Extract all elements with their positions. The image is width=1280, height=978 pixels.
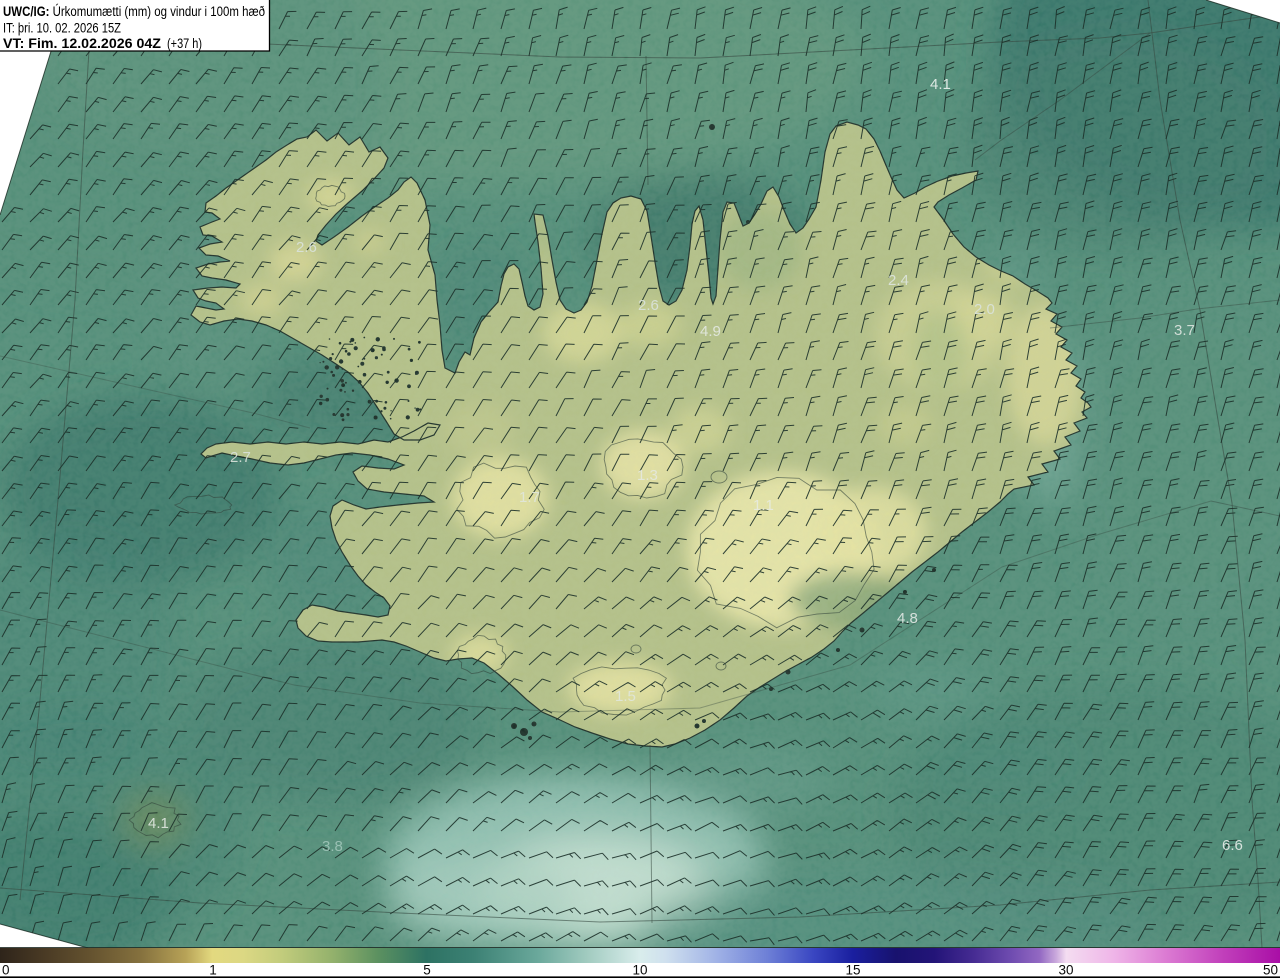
svg-text:2.6: 2.6: [296, 239, 317, 256]
svg-text:2.4: 2.4: [888, 272, 909, 289]
svg-text:0: 0: [2, 963, 10, 978]
svg-text:3.7: 3.7: [1174, 322, 1195, 339]
svg-text:5: 5: [423, 963, 431, 978]
svg-text:2.7: 2.7: [230, 449, 251, 466]
svg-text:4.1: 4.1: [930, 76, 951, 93]
svg-text:50: 50: [1263, 963, 1278, 978]
svg-text:1.7: 1.7: [519, 489, 540, 506]
svg-text:VT: Fim. 12.02.2026 04Z (+37 h: VT: Fim. 12.02.2026 04Z (+37 h): [3, 36, 202, 51]
svg-text:6.6: 6.6: [1222, 837, 1243, 854]
svg-text:15: 15: [845, 963, 860, 978]
svg-text:4.1: 4.1: [148, 815, 169, 832]
svg-text:2.6: 2.6: [638, 297, 659, 314]
svg-text:30: 30: [1058, 963, 1073, 978]
svg-text:1.1: 1.1: [753, 497, 774, 514]
svg-text:3.8: 3.8: [322, 838, 343, 855]
svg-text:1: 1: [209, 963, 217, 978]
svg-text:1.5: 1.5: [615, 688, 636, 705]
svg-text:4.9: 4.9: [700, 323, 721, 340]
svg-text:4.8: 4.8: [897, 610, 918, 627]
svg-text:IT: þri. 10. 02. 2026 15Z: IT: þri. 10. 02. 2026 15Z: [3, 21, 121, 36]
svg-text:UWC/IG: Úrkomumætti (mm) og vi: UWC/IG: Úrkomumætti (mm) og vindur i 100…: [3, 4, 265, 19]
svg-text:2.0: 2.0: [974, 301, 995, 318]
svg-text:10: 10: [632, 963, 647, 978]
svg-text:1.3: 1.3: [637, 467, 658, 484]
